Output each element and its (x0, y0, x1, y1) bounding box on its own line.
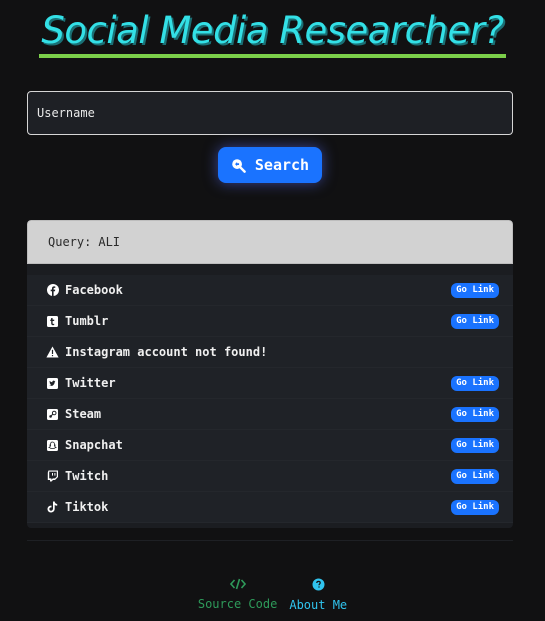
results-panel: Query: ALI Facebook Go Link Tumblr Go Li… (27, 220, 513, 528)
tiktok-icon (46, 501, 59, 514)
result-row-twitch: Twitch Go Link (27, 461, 513, 492)
search-icon (231, 158, 246, 173)
go-link-tumblr[interactable]: Go Link (451, 313, 499, 329)
help-icon (312, 578, 325, 594)
source-code-label: Source Code (197, 597, 278, 611)
header: Social Media Researcher? (0, 8, 545, 58)
about-me-label: About Me (289, 598, 348, 612)
code-icon (229, 578, 246, 593)
source-code-link[interactable]: Source Code (198, 578, 277, 612)
result-label: Facebook (65, 283, 123, 297)
tumblr-icon (46, 315, 59, 328)
page-title: Social Media Researcher? (39, 8, 506, 58)
search-button[interactable]: Search (218, 147, 322, 183)
go-link-twitter[interactable]: Go Link (451, 375, 499, 391)
about-me-link[interactable]: About Me (289, 578, 347, 612)
go-link-facebook[interactable]: Go Link (451, 282, 499, 298)
result-label: Twitter (65, 376, 116, 390)
result-label: Instagram account not found! (65, 345, 268, 359)
twitter-icon (46, 377, 59, 390)
facebook-icon (46, 284, 59, 297)
twitch-icon (46, 470, 59, 483)
search-button-label: Search (254, 156, 310, 174)
result-row-tumblr: Tumblr Go Link (27, 306, 513, 337)
result-label: Snapchat (65, 438, 123, 452)
result-row-instagram: Instagram account not found! (27, 337, 513, 368)
go-link-snapchat[interactable]: Go Link (451, 437, 499, 453)
result-row-twitter: Twitter Go Link (27, 368, 513, 399)
snapchat-icon (46, 439, 59, 452)
footer: Source Code About Me (0, 578, 545, 612)
results-list: Facebook Go Link Tumblr Go Link Instagra… (27, 264, 513, 523)
query-label: Query: (48, 235, 92, 249)
result-label: Steam (65, 407, 102, 421)
result-row-steam: Steam Go Link (27, 399, 513, 430)
query-header: Query: ALI (27, 220, 513, 264)
go-link-steam[interactable]: Go Link (451, 406, 499, 422)
result-row-facebook: Facebook Go Link (27, 275, 513, 306)
go-link-tiktok[interactable]: Go Link (451, 499, 499, 515)
result-label: Twitch (65, 469, 109, 483)
warning-icon (46, 346, 59, 359)
result-label: Tiktok (65, 500, 109, 514)
go-link-twitch[interactable]: Go Link (451, 468, 499, 484)
divider (27, 540, 513, 541)
username-input[interactable] (27, 91, 513, 135)
result-label: Tumblr (65, 314, 109, 328)
result-row-tiktok: Tiktok Go Link (27, 492, 513, 523)
query-value: ALI (98, 235, 121, 249)
steam-icon (46, 408, 59, 421)
result-row-snapchat: Snapchat Go Link (27, 430, 513, 461)
